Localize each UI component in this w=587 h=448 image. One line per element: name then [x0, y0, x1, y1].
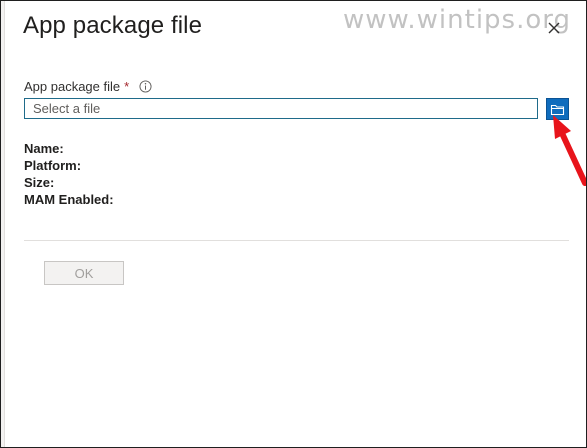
left-edge-strip	[1, 1, 5, 447]
annotation-arrow-icon	[553, 115, 586, 186]
file-field-label: App package file	[24, 79, 121, 94]
watermark-text: www.wintips.org	[343, 5, 572, 35]
footer-divider	[24, 240, 569, 241]
file-select-input[interactable]	[24, 98, 538, 119]
dialog-panel: App package file www.wintips.org App pac…	[0, 0, 587, 448]
package-details: Name: Platform: Size: MAM Enabled:	[24, 140, 114, 208]
close-icon	[548, 22, 560, 34]
folder-icon	[550, 104, 565, 115]
required-marker: *	[124, 79, 130, 94]
mam-enabled-label: MAM Enabled:	[24, 192, 114, 207]
close-button[interactable]	[544, 18, 564, 38]
dialog-title: App package file	[23, 12, 203, 39]
ok-button[interactable]: OK	[44, 261, 124, 285]
file-field-label-row: App package file *	[24, 79, 152, 94]
info-icon[interactable]	[139, 80, 152, 93]
browse-file-button[interactable]	[546, 98, 569, 120]
name-label: Name:	[24, 141, 64, 156]
platform-label: Platform:	[24, 158, 82, 173]
size-label: Size:	[24, 175, 55, 190]
